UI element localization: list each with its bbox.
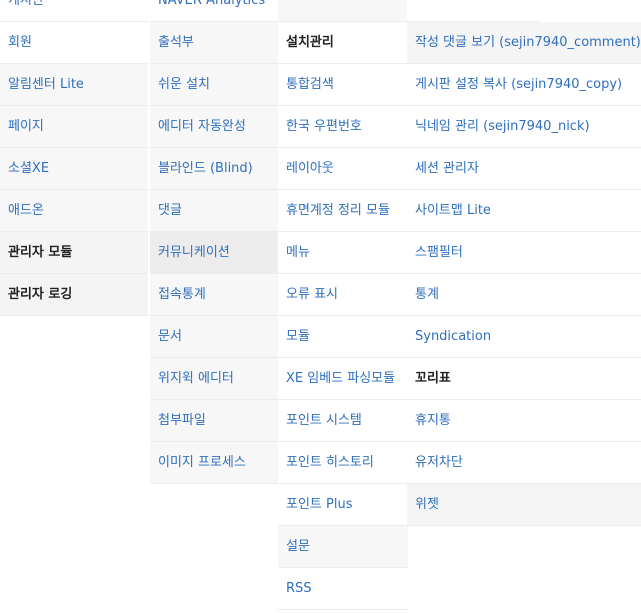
menu-column-1: 게시판 회원 알림센터 Lite 페이지 소셜XE 애드온 관리자 모듈 관리자… — [0, 0, 148, 316]
menu-item-korea-zipcode[interactable]: 한국 우편번호 — [278, 106, 408, 148]
menu-item-board[interactable]: 게시판 — [0, 0, 148, 22]
menu-item-board-copy[interactable]: 게시판 설정 복사 (sejin7940_copy) — [407, 64, 641, 106]
menu-item-comment-viewer[interactable]: 작성 댓글 보기 (sejin7940_comment) — [407, 22, 641, 64]
menu-column-2: NAVER Analytics 출석부 쉬운 설치 에디터 자동완성 블라인드 … — [150, 0, 278, 484]
menu-item-xe-embed-parsing[interactable]: XE 임베드 파싱모듈 — [278, 358, 408, 400]
menu-item-trash[interactable]: 휴지통 — [407, 400, 641, 442]
menu-column-3: 설치관리 통합검색 한국 우편번호 레이아웃 휴면계정 정리 모듈 메뉴 오류 … — [278, 0, 408, 610]
menu-item-social-xe[interactable]: 소셜XE — [0, 148, 148, 190]
menu-item-attendance[interactable]: 출석부 — [150, 22, 278, 64]
menu-item-access-stats[interactable]: 접속통계 — [150, 274, 278, 316]
menu-item-menu[interactable]: 메뉴 — [278, 232, 408, 274]
menu-item-addon[interactable]: 애드온 — [0, 190, 148, 232]
menu-item-poll[interactable]: 설문 — [278, 526, 408, 568]
menu-item-module[interactable]: 모듈 — [278, 316, 408, 358]
menu-item-comment[interactable]: 댓글 — [150, 190, 278, 232]
menu-item-syndication[interactable]: Syndication — [407, 316, 641, 358]
menu-item-tag[interactable]: 꼬리표 — [407, 358, 641, 400]
menu-item-easy-install[interactable]: 쉬운 설치 — [150, 64, 278, 106]
menu-item-naver-analytics[interactable]: NAVER Analytics — [150, 0, 278, 22]
menu-item-image-process[interactable]: 이미지 프로세스 — [150, 442, 278, 484]
menu-column-4: 작성 댓글 보기 (sejin7940_comment) 게시판 설정 복사 (… — [407, 0, 641, 526]
menu-item-wysiwyg-editor[interactable]: 위지윅 에디터 — [150, 358, 278, 400]
menu-item-blind[interactable]: 블라인드 (Blind) — [150, 148, 278, 190]
menu-item-install-manager[interactable]: 설치관리 — [278, 22, 408, 64]
menu-item-document[interactable]: 문서 — [150, 316, 278, 358]
menu-item-point-system[interactable]: 포인트 시스템 — [278, 400, 408, 442]
menu-item-widget[interactable]: 위젯 — [407, 484, 641, 526]
menu-item-communication[interactable]: 커뮤니케이션 — [150, 232, 278, 274]
menu-item-admin-logging[interactable]: 관리자 로깅 — [0, 274, 148, 316]
menu-item-user-block[interactable]: 유저차단 — [407, 442, 641, 484]
menu-item-session-manager[interactable]: 세션 관리자 — [407, 148, 641, 190]
menu-item-blank — [407, 0, 539, 22]
menu-item-page[interactable]: 페이지 — [0, 106, 148, 148]
menu-item-integrated-search[interactable]: 통합검색 — [278, 64, 408, 106]
menu-item-rss[interactable]: RSS — [278, 568, 408, 610]
menu-item-admin-module[interactable]: 관리자 모듈 — [0, 232, 148, 274]
menu-item-sitemap-lite[interactable]: 사이트맵 Lite — [407, 190, 641, 232]
menu-item-attachment[interactable]: 첨부파일 — [150, 400, 278, 442]
menu-item-spam-filter[interactable]: 스팸필터 — [407, 232, 641, 274]
menu-item-point-history[interactable]: 포인트 히스토리 — [278, 442, 408, 484]
menu-item-blank — [278, 0, 408, 22]
menu-item-nickname-manager[interactable]: 닉네임 관리 (sejin7940_nick) — [407, 106, 641, 148]
menu-item-notification-center[interactable]: 알림센터 Lite — [0, 64, 148, 106]
menu-item-statistics[interactable]: 통계 — [407, 274, 641, 316]
menu-item-layout[interactable]: 레이아웃 — [278, 148, 408, 190]
menu-item-error-display[interactable]: 오류 표시 — [278, 274, 408, 316]
menu-item-editor-autocomplete[interactable]: 에디터 자동완성 — [150, 106, 278, 148]
menu-item-member[interactable]: 회원 — [0, 22, 148, 64]
menu-item-dormant-account[interactable]: 휴면계정 정리 모듈 — [278, 190, 408, 232]
menu-item-point-plus[interactable]: 포인트 Plus — [278, 484, 408, 526]
